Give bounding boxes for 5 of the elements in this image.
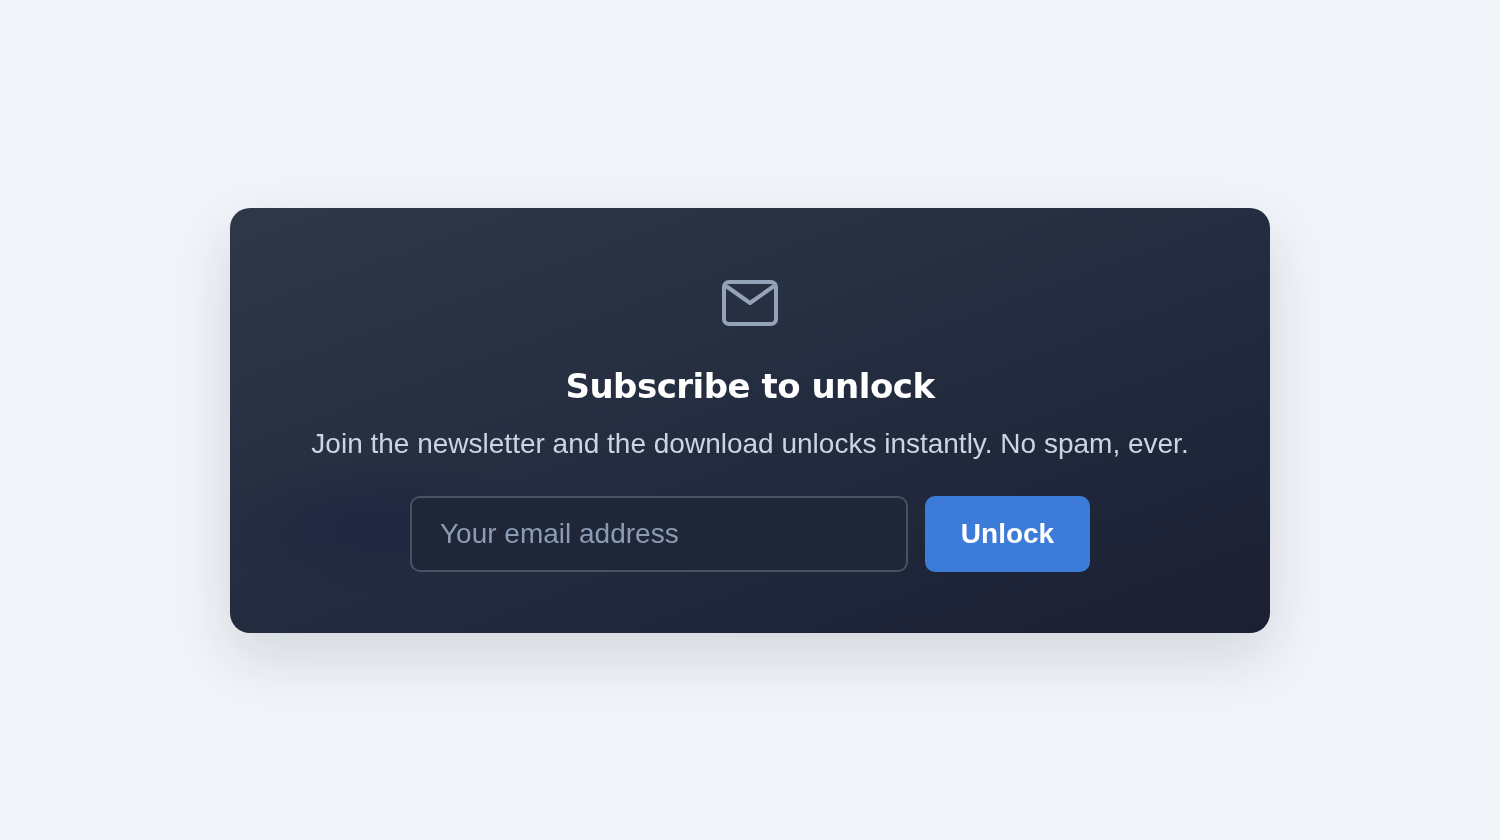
card-subtitle: Join the newsletter and the download unlocks instantly. No spam, ever. — [311, 427, 1189, 460]
envelope-icon — [722, 279, 778, 326]
card-title: Subscribe to unlock — [565, 365, 935, 406]
unlock-button[interactable]: Unlock — [925, 495, 1090, 572]
email-input[interactable]: Your email address — [410, 495, 908, 572]
